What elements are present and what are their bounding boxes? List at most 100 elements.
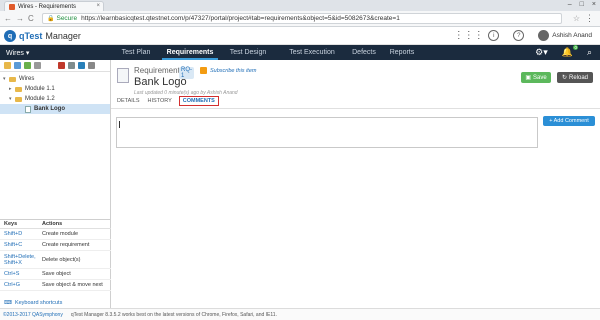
app-logo[interactable]: q qTest Manager bbox=[4, 30, 81, 42]
reload-icon: ↻ bbox=[561, 75, 567, 81]
notification-badge: 0 bbox=[573, 45, 578, 50]
tab-test-design[interactable]: Test Design bbox=[218, 45, 278, 60]
main-content: Requirement RQ-1 Subscribe this item Ban… bbox=[111, 60, 600, 308]
secure-label: Secure bbox=[56, 15, 78, 22]
import-icon[interactable] bbox=[24, 62, 31, 69]
rss-icon[interactable] bbox=[200, 67, 207, 74]
browser-tab-title: Wires - Requirements bbox=[18, 3, 77, 10]
search-icon[interactable]: ⌕ bbox=[587, 47, 592, 58]
tree-node-label: Bank Logo bbox=[34, 106, 65, 112]
bookmark-star-icon[interactable]: ☆ bbox=[573, 14, 580, 23]
url-input[interactable]: 🔒 Secure https://learnbasicqtest.qtestne… bbox=[42, 13, 562, 24]
shortcut-row: Ctrl+G Save object & move next bbox=[0, 280, 111, 291]
new-requirement-icon[interactable] bbox=[14, 62, 21, 69]
tree-toolbar bbox=[0, 60, 110, 72]
detail-subtabs: DETAILS HISTORY COMMENTS bbox=[117, 96, 226, 106]
main-nav: Wires ▾ Test Plan Requirements Test Desi… bbox=[0, 45, 600, 60]
save-icon: ▣ bbox=[525, 75, 531, 81]
user-menu[interactable]: Ashish Anand bbox=[538, 30, 592, 41]
tab-history[interactable]: HISTORY bbox=[148, 98, 172, 104]
shortcut-action: Save object bbox=[42, 271, 71, 277]
shortcut-row: Shift+D Create module bbox=[0, 229, 111, 240]
subscribe-link[interactable]: Subscribe this item bbox=[210, 68, 256, 74]
window-controls: – □ × bbox=[568, 1, 596, 8]
delete-icon[interactable] bbox=[58, 62, 65, 69]
qtest-logo-icon: q bbox=[4, 30, 16, 42]
avatar bbox=[538, 30, 550, 41]
minimize-button[interactable]: – bbox=[568, 1, 572, 8]
module-folder-icon bbox=[15, 86, 22, 92]
url-text: https://learnbasicqtest.qtestnet.com/p/4… bbox=[81, 15, 400, 22]
browser-tab[interactable]: Wires - Requirements × bbox=[4, 1, 104, 11]
save-button[interactable]: ▣ Save bbox=[521, 72, 551, 83]
shortcut-action: Create module bbox=[42, 231, 79, 237]
reload-button[interactable]: ↻ Reload bbox=[557, 72, 593, 83]
tab-test-plan[interactable]: Test Plan bbox=[110, 45, 162, 60]
keys-header: Keys bbox=[4, 221, 18, 227]
tree-node-root[interactable]: ▾ Wires bbox=[0, 74, 110, 84]
export-icon[interactable] bbox=[78, 62, 85, 69]
shortcut-key: Shift+D bbox=[4, 231, 23, 237]
tree-node-module-1-2[interactable]: ▾ Module 1.2 bbox=[0, 94, 110, 104]
requirement-name[interactable]: Bank Logo bbox=[134, 76, 187, 88]
user-name: Ashish Anand bbox=[552, 32, 592, 39]
keyboard-shortcuts-link[interactable]: ⌨ Keyboard shortcuts bbox=[4, 300, 62, 306]
shortcut-action: Create requirement bbox=[42, 242, 90, 248]
project-selector[interactable]: Wires ▾ bbox=[6, 49, 29, 57]
save-button-label: Save bbox=[532, 74, 547, 81]
requirement-type: Requirement bbox=[134, 66, 180, 75]
shortcut-key: Shift+C bbox=[4, 242, 23, 248]
new-module-icon[interactable] bbox=[4, 62, 11, 69]
close-window-button[interactable]: × bbox=[592, 1, 596, 8]
close-tab-icon[interactable]: × bbox=[96, 3, 100, 9]
browser-menu-icon[interactable]: ⋮ bbox=[585, 13, 594, 24]
reload-button-label: Reload bbox=[569, 74, 589, 81]
keyboard-shortcuts-label: Keyboard shortcuts bbox=[14, 300, 63, 306]
comment-input[interactable] bbox=[116, 117, 538, 148]
browser-tab-bar: Wires - Requirements × – □ × bbox=[0, 0, 600, 11]
tab-reports[interactable]: Reports bbox=[382, 45, 422, 60]
notifications-bell-icon[interactable]: 🔔 0 bbox=[562, 45, 578, 58]
tab-requirements[interactable]: Requirements bbox=[162, 45, 218, 60]
back-icon[interactable]: ← bbox=[4, 14, 12, 23]
project-folder-icon bbox=[9, 76, 16, 82]
apps-grid-icon[interactable]: ⋮⋮⋮ bbox=[454, 30, 484, 41]
filter-icon[interactable] bbox=[34, 62, 41, 69]
collapse-panel-icon[interactable] bbox=[88, 62, 95, 69]
settings-gear-icon[interactable]: ⚙▾ bbox=[535, 47, 548, 58]
left-panel: ▾ Wires ▸ Module 1.1 ▾ Module 1.2 Bank L… bbox=[0, 60, 111, 308]
shortcut-action: Delete object(s) bbox=[42, 256, 81, 263]
tree-node-module-1-1[interactable]: ▸ Module 1.1 bbox=[0, 84, 110, 94]
requirement-icon bbox=[25, 105, 31, 113]
help-icon[interactable]: ? bbox=[513, 30, 525, 41]
tab-defects[interactable]: Defects bbox=[346, 45, 382, 60]
shortcuts-table: Keys Actions Shift+D Create module Shift… bbox=[0, 219, 111, 291]
shortcut-row: Shift+C Create requirement bbox=[0, 240, 111, 251]
shortcut-key: Ctrl+G bbox=[4, 282, 21, 288]
tree-node-bank-logo[interactable]: Bank Logo bbox=[0, 104, 110, 114]
nav-right-icons: ⚙▾ 🔔 0 ⌕ bbox=[535, 45, 592, 58]
lock-icon: 🔒 bbox=[47, 16, 55, 22]
address-bar: ← → C 🔒 Secure https://learnbasicqtest.q… bbox=[0, 11, 600, 27]
forward-icon[interactable]: → bbox=[16, 14, 24, 23]
page-footer: ©2013-2017 QASymphony qTest Manager 8.3.… bbox=[0, 308, 600, 320]
add-comment-button[interactable]: + Add Comment bbox=[543, 116, 595, 126]
subtab-divider bbox=[111, 108, 600, 109]
favicon-icon bbox=[9, 3, 15, 10]
requirement-tree: ▾ Wires ▸ Module 1.1 ▾ Module 1.2 Bank L… bbox=[0, 72, 110, 114]
maximize-button[interactable]: □ bbox=[580, 1, 584, 8]
module-folder-icon bbox=[15, 96, 22, 102]
tree-node-label: Module 1.1 bbox=[25, 86, 55, 92]
info-icon[interactable]: i bbox=[488, 30, 500, 41]
copyright-link[interactable]: ©2013-2017 QASymphony bbox=[3, 312, 63, 318]
tab-details[interactable]: DETAILS bbox=[117, 98, 140, 104]
tree-node-label: Module 1.2 bbox=[25, 96, 55, 102]
actions-header: Actions bbox=[42, 221, 63, 227]
tab-comments[interactable]: COMMENTS bbox=[178, 96, 219, 106]
tab-test-execution[interactable]: Test Execution bbox=[278, 45, 346, 60]
tree-node-label: Wires bbox=[19, 76, 35, 82]
logo-text-manager: Manager bbox=[45, 31, 81, 41]
header-icons: ⋮⋮⋮ i ? Ashish Anand bbox=[454, 30, 592, 41]
reload-icon[interactable]: C bbox=[28, 14, 34, 23]
copy-icon[interactable] bbox=[68, 62, 75, 69]
